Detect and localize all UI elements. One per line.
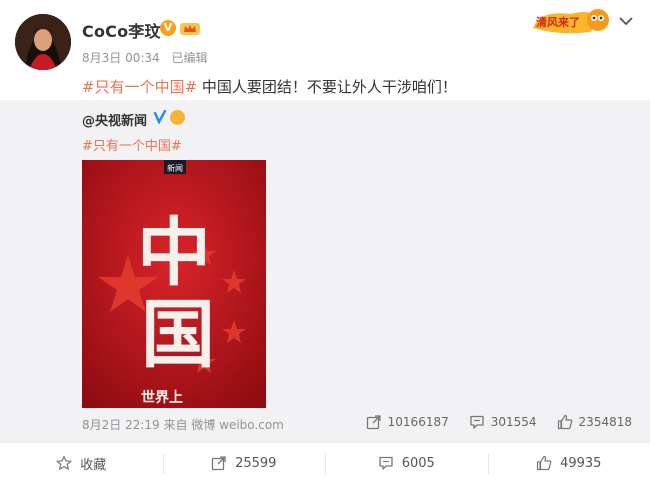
repost-count: 25599 — [235, 455, 277, 471]
poster-caption: 世界上 — [141, 389, 183, 406]
share-icon — [211, 456, 226, 471]
post-meta: 8月3日 00:34 已编辑 — [82, 49, 216, 66]
verified-blue-v-icon — [153, 110, 167, 124]
repost-source-label: 来自 微博 weibo.com — [163, 418, 284, 432]
repost-button[interactable]: 25599 — [162, 443, 326, 483]
svg-text:清风来了: 清风来了 — [536, 15, 580, 29]
repost-timestamp[interactable]: 8月2日 22:19 — [82, 418, 160, 432]
poster-graphic: 新闻 中 国 世界上 — [82, 160, 266, 408]
verified-v-icon: V — [160, 20, 176, 36]
thumbs-up-icon — [557, 414, 572, 430]
action-bar: 收藏 25599 6005 49935 — [0, 442, 650, 483]
chevron-down-icon[interactable] — [618, 14, 634, 28]
edited-label: 已编辑 — [171, 51, 208, 65]
thumbs-up-icon — [536, 455, 552, 471]
sticker-badge-icon: 清风来了 — [533, 9, 609, 34]
post-timestamp[interactable]: 8月3日 00:34 — [82, 51, 160, 65]
hashtag-link[interactable]: #只有一个中国# — [82, 78, 197, 96]
repost-hashtag-link[interactable]: #只有一个中国# — [82, 135, 182, 154]
repost-forward-value: 10166187 — [387, 415, 449, 429]
favorite-button[interactable]: 收藏 — [0, 443, 163, 483]
repost-image[interactable]: 新闻 中 国 世界上 — [82, 160, 266, 408]
repost-like-value: 2354818 — [578, 415, 632, 429]
share-icon — [366, 415, 381, 430]
comment-count: 6005 — [401, 455, 435, 471]
orange-badge-icon — [170, 110, 185, 125]
repost-card[interactable]: @央视新闻 #只有一个中国# 新闻 中 国 世界上 8月2日 22:19 来自 … — [0, 100, 650, 442]
repost-source-name[interactable]: @央视新闻 — [82, 110, 147, 129]
repost-stats: 10166187 301554 2354818 — [366, 414, 632, 430]
avatar[interactable] — [15, 14, 71, 70]
comment-button[interactable]: 6005 — [325, 443, 488, 483]
like-count: 49935 — [560, 455, 602, 471]
like-button[interactable]: 49935 — [487, 443, 650, 483]
poster-title-char-1: 中 — [137, 210, 211, 296]
crown-badge-icon — [180, 23, 200, 35]
avatar-image — [15, 14, 71, 70]
repost-comment-value: 301554 — [490, 415, 537, 429]
repost-forward-count[interactable]: 10166187 — [366, 414, 449, 430]
star-icon — [56, 455, 72, 470]
post-body: #只有一个中国# 中国人要团结！不要让外人干涉咱们！ — [82, 76, 457, 97]
favorite-label: 收藏 — [80, 457, 107, 473]
post-body-text: 中国人要团结！不要让外人干涉咱们！ — [201, 78, 457, 96]
repost-like-count[interactable]: 2354818 — [557, 414, 632, 430]
username[interactable]: CoCo李玟 — [82, 18, 161, 42]
comment-icon — [470, 415, 484, 429]
comment-icon — [379, 456, 393, 470]
poster-logo-text: 新闻 — [167, 163, 183, 173]
poster-title-char-2: 国 — [141, 292, 215, 378]
repost-comment-count[interactable]: 301554 — [469, 414, 537, 430]
repost-meta: 8月2日 22:19 来自 微博 weibo.com — [82, 416, 284, 433]
